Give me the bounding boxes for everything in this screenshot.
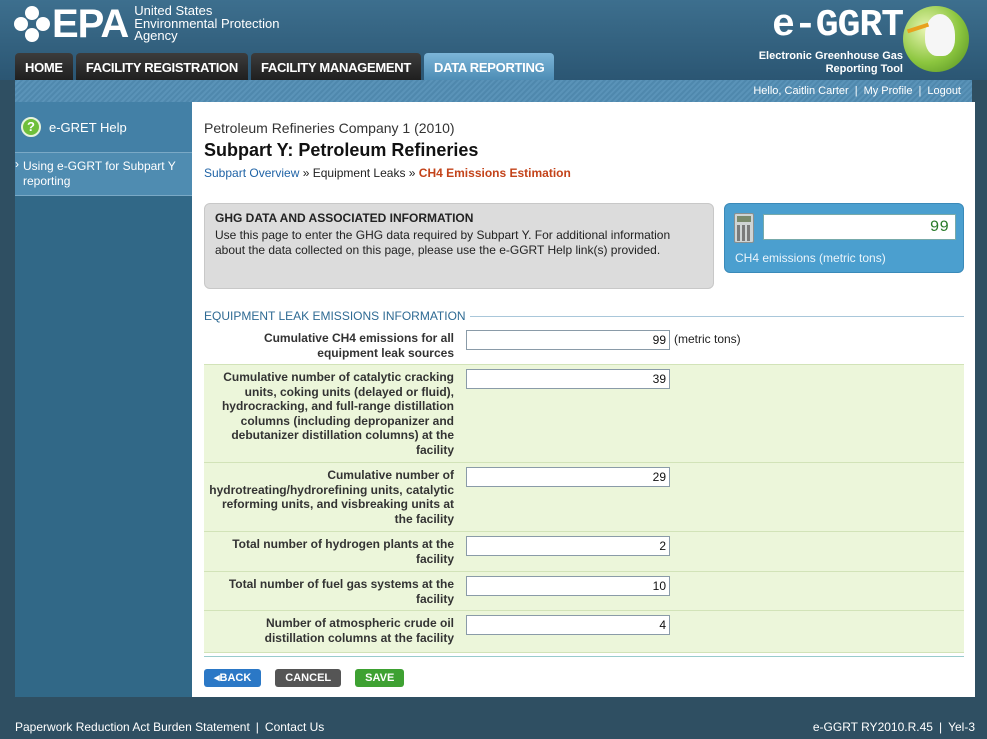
field-label: Cumulative number of catalytic cracking … <box>221 370 454 457</box>
info-text: Use this page to enter the GHG data requ… <box>215 228 671 257</box>
field-label: Cumulative CH4 emissions for all equipme… <box>263 331 454 360</box>
main-content: Petroleum Refineries Company 1 (2010) Su… <box>192 102 975 697</box>
my-profile-link[interactable]: My Profile <box>864 85 913 97</box>
app-header: EPA United States Environmental Protecti… <box>0 0 987 80</box>
tab-data-reporting[interactable]: DATA REPORTING <box>424 53 555 80</box>
tab-home[interactable]: HOME <box>15 53 73 80</box>
breadcrumb-separator: » <box>299 166 313 180</box>
logout-link[interactable]: Logout <box>927 85 961 97</box>
field-label: Total number of fuel gas systems at the … <box>228 577 454 606</box>
field-label: Total number of hydrogen plants at the f… <box>232 537 454 566</box>
paperwork-link[interactable]: Paperwork Reduction Act Burden Statement <box>15 720 250 734</box>
action-buttons: ◂BACK CANCEL SAVE <box>204 669 418 687</box>
help-title: e-GRET Help <box>49 119 127 135</box>
page-title: Subpart Y: Petroleum Refineries <box>204 140 479 160</box>
page-footer: Paperwork Reduction Act Burden Statement… <box>0 712 987 739</box>
epa-flower-icon <box>14 6 50 42</box>
breadcrumb-separator: » <box>405 166 419 180</box>
help-header[interactable]: ? e-GRET Help <box>15 102 192 152</box>
breadcrumb-current: CH4 Emissions Estimation <box>418 166 571 180</box>
footer-separator: | <box>938 720 943 734</box>
unit-label: (metric tons) <box>674 332 741 346</box>
hydrotreating-units-count-input[interactable] <box>466 467 670 487</box>
tab-facility-registration[interactable]: FACILITY REGISTRATION <box>75 53 248 80</box>
agency-line-3: Agency <box>134 28 178 44</box>
breadcrumb: Subpart Overview » Equipment Leaks » CH4… <box>204 166 571 180</box>
equipment-leak-form: Cumulative CH4 emissions for all equipme… <box>204 326 964 653</box>
cancel-button[interactable]: CANCEL <box>275 669 342 687</box>
calculator-label: CH4 emissions (metric tons) <box>735 251 886 265</box>
main-nav: HOME FACILITY REGISTRATION FACILITY MANA… <box>15 53 557 80</box>
form-row: Cumulative number of catalytic cracking … <box>204 365 964 463</box>
userbar-separator: | <box>854 85 858 97</box>
contact-us-link[interactable]: Contact Us <box>265 720 324 734</box>
version-label: e-GGRT RY2010.R.45 <box>812 720 933 734</box>
fuel-gas-systems-count-input[interactable] <box>466 576 670 596</box>
epa-wordmark: EPA <box>52 2 129 46</box>
user-greeting: Hello, Caitlin Carter <box>753 85 849 97</box>
eggrt-subtitle-line-2: Reporting Tool <box>825 63 903 75</box>
section-title-text: EQUIPMENT LEAK EMISSIONS INFORMATION <box>204 309 466 323</box>
form-row: Cumulative CH4 emissions for all equipme… <box>204 326 964 365</box>
eggrt-wordmark: e-GGRT <box>772 4 904 47</box>
help-sidebar: ? e-GRET Help Using e-GGRT for Subpart Y… <box>15 102 192 697</box>
question-icon: ? <box>21 117 41 137</box>
eggrt-subtitle: Electronic Greenhouse Gas Reporting Tool <box>759 50 903 76</box>
back-button[interactable]: ◂BACK <box>204 669 262 687</box>
egret-bird-icon <box>925 14 955 56</box>
calculator-display: 99 <box>763 214 956 240</box>
breadcrumb-equipment-leaks: Equipment Leaks <box>312 166 406 180</box>
company-name: Petroleum Refineries Company 1 (2010) <box>204 120 455 136</box>
field-label: Number of atmospheric crude oil distilla… <box>264 616 454 645</box>
breadcrumb-subpart-overview[interactable]: Subpart Overview <box>204 166 299 180</box>
eggrt-logo: e-GGRT Electronic Greenhouse Gas Reporti… <box>739 4 969 76</box>
emissions-calculator: 99 CH4 emissions (metric tons) <box>724 203 964 273</box>
form-row: Number of atmospheric crude oil distilla… <box>204 611 964 653</box>
info-box: GHG DATA AND ASSOCIATED INFORMATION Use … <box>204 203 714 289</box>
userbar-separator: | <box>918 85 922 97</box>
tab-facility-management[interactable]: FACILITY MANAGEMENT <box>250 53 421 80</box>
section-title: EQUIPMENT LEAK EMISSIONS INFORMATION <box>204 309 964 323</box>
cracking-units-count-input[interactable] <box>466 369 670 389</box>
calculator-icon <box>734 213 754 243</box>
ch4-emissions-input[interactable] <box>466 330 670 350</box>
epa-logo[interactable]: EPA United States Environmental Protecti… <box>14 4 280 44</box>
save-button[interactable]: SAVE <box>355 669 405 687</box>
form-row: Total number of hydrogen plants at the f… <box>204 532 964 572</box>
hydrogen-plants-count-input[interactable] <box>466 536 670 556</box>
form-bottom-divider <box>204 656 964 657</box>
crude-distillation-columns-input[interactable] <box>466 615 670 635</box>
help-link-subpart-y[interactable]: Using e-GGRT for Subpart Y reporting <box>15 152 192 196</box>
form-row: Total number of fuel gas systems at the … <box>204 572 964 611</box>
page-id-label: Yel-3 <box>948 720 975 734</box>
form-row: Cumulative number of hydrotreating/hydro… <box>204 463 964 532</box>
field-label: Cumulative number of hydrotreating/hydro… <box>209 468 454 526</box>
section-divider <box>469 315 964 317</box>
footer-separator: | <box>255 720 259 734</box>
user-bar: Hello, Caitlin Carter | My Profile | Logout <box>15 80 972 102</box>
info-title: GHG DATA AND ASSOCIATED INFORMATION <box>215 211 474 225</box>
eggrt-subtitle-line-1: Electronic Greenhouse Gas <box>758 50 903 62</box>
agency-name: United States Environmental Protection A… <box>134 5 279 43</box>
